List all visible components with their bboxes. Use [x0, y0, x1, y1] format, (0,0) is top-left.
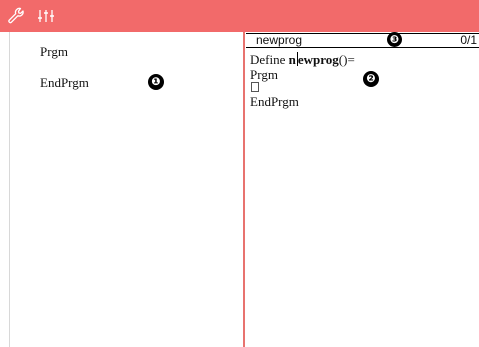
- program-name-text: n ewprog: [289, 52, 339, 67]
- wrench-icon[interactable]: [6, 6, 26, 26]
- empty-line-placeholder[interactable]: [251, 82, 259, 92]
- program-name-bar: newprog ❸ 0/1: [246, 32, 479, 48]
- left-rail: [9, 32, 10, 347]
- endprgm-line: EndPrgm: [40, 75, 89, 90]
- prgm-line: Prgm: [40, 44, 68, 59]
- toolbar: [0, 0, 479, 32]
- editor-endprgm-line: EndPrgm: [250, 94, 299, 109]
- define-line[interactable]: Define n ewprog()=: [250, 52, 355, 67]
- editor-prgm-line: Prgm: [250, 67, 278, 82]
- callout-marker-1: ❶: [148, 74, 164, 90]
- line-counter: 0/1: [460, 33, 477, 47]
- program-name-tail: ewprog: [297, 52, 339, 67]
- define-suffix: ()=: [338, 52, 355, 67]
- program-name-head: n: [288, 52, 296, 67]
- sliders-icon[interactable]: [36, 6, 56, 26]
- left-pane[interactable]: Prgm EndPrgm ❶: [0, 32, 243, 347]
- callout-marker-2: ❷: [363, 71, 379, 87]
- callout-marker-3: ❸: [387, 32, 402, 47]
- program-name-label: newprog: [256, 33, 303, 47]
- program-editor-pane[interactable]: Define n ewprog()= ❷ Prgm EndPrgm: [245, 32, 479, 347]
- define-keyword: Define: [250, 52, 289, 67]
